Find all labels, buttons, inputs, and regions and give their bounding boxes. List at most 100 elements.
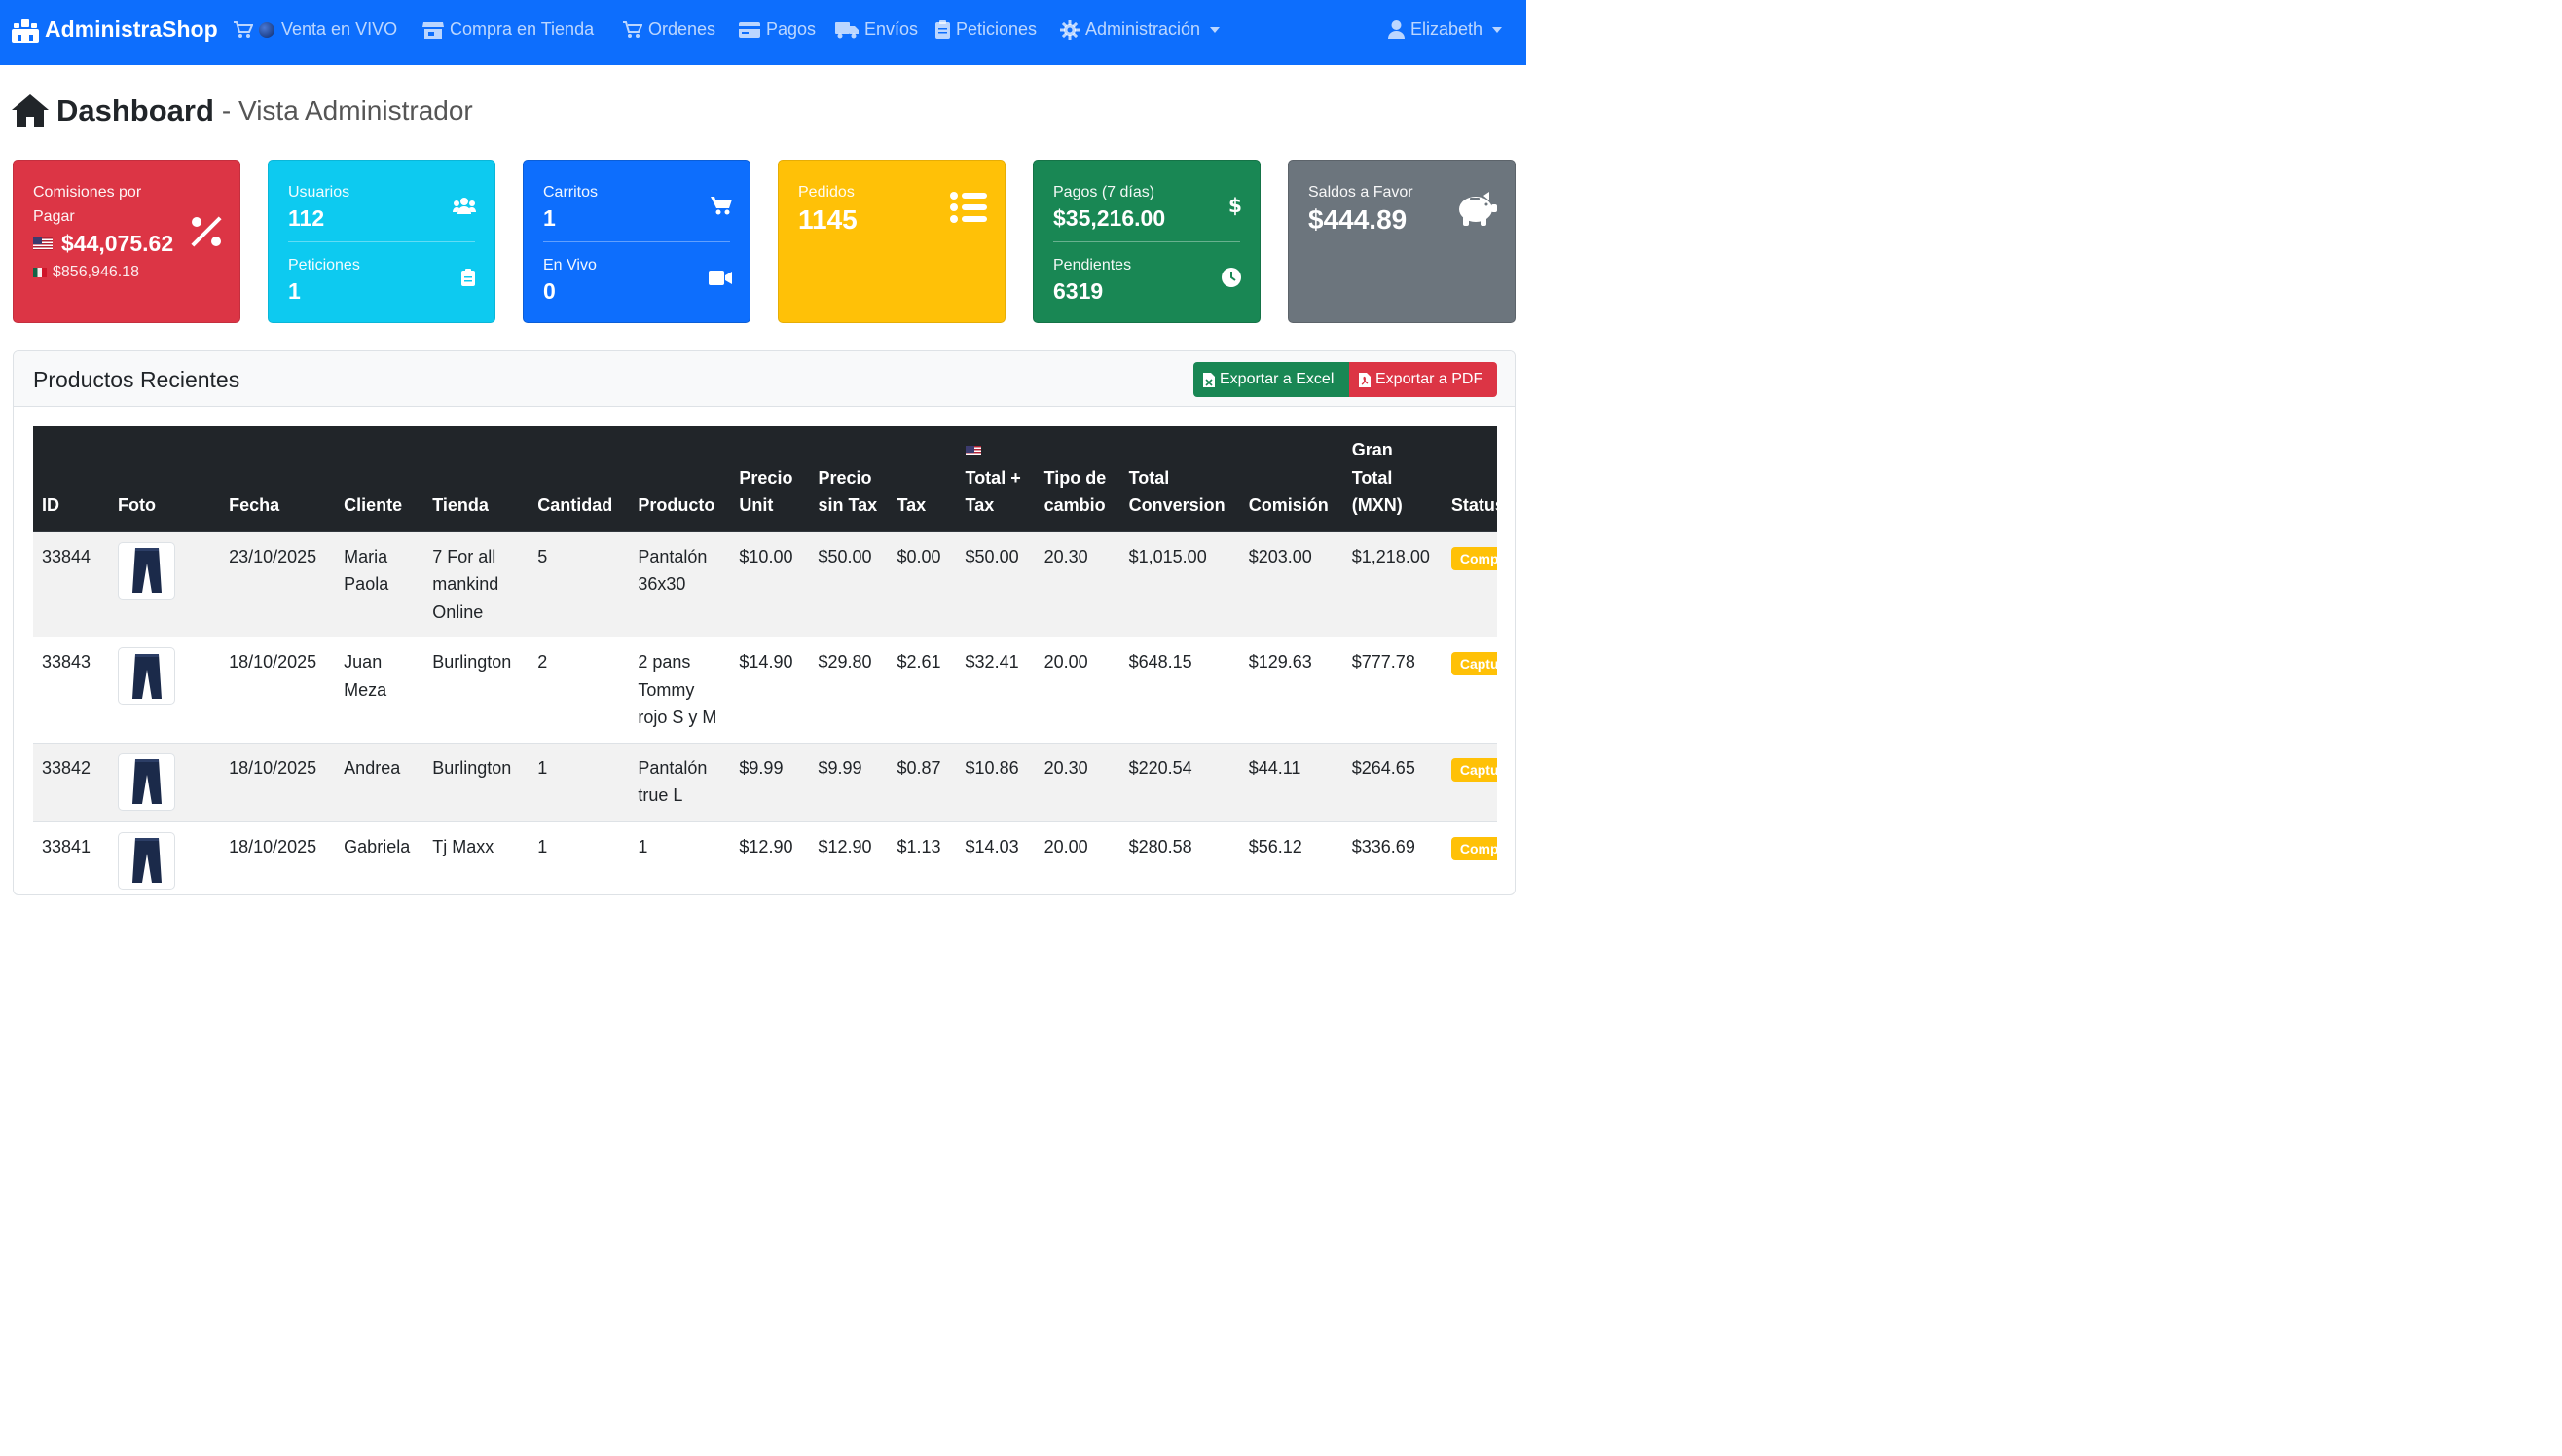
col-cliente[interactable]: Cliente (335, 426, 424, 532)
cell-cantidad: 2 (529, 637, 630, 744)
cell-cantidad: 1 (529, 821, 630, 894)
cell-id: 33843 (33, 637, 110, 744)
table-row[interactable]: 33843 18/10/2025 Juan Meza Burlington 2 2 pan… (33, 637, 1497, 744)
col-precio-unit[interactable]: Precio Unit (730, 426, 810, 532)
col-total-conversion[interactable]: Total Conversion (1119, 426, 1240, 532)
card-usuarios[interactable]: Usuarios 112 Peticiones 1 (268, 160, 495, 323)
product-thumbnail[interactable] (118, 541, 176, 600)
page-subtitle: - Vista Administrador (221, 95, 473, 126)
card-label: Carritos (543, 184, 599, 200)
col-gran-total[interactable]: Gran Total (MXN) (1342, 426, 1443, 532)
card-divider (288, 241, 475, 242)
nav-pagos[interactable]: Pagos (739, 19, 816, 40)
dollar-icon: $ (1228, 195, 1241, 216)
page-title: Dashboard (56, 93, 214, 127)
col-comision[interactable]: Comisión (1239, 426, 1343, 532)
live-dot-icon (259, 21, 274, 38)
nav-label: Envíos (864, 19, 919, 39)
cell-fecha: 18/10/2025 (220, 821, 336, 894)
us-flag-icon (33, 237, 53, 250)
cell-id: 33844 (33, 531, 110, 637)
clipboard-icon (935, 20, 950, 39)
cell-cliente: Andrea (335, 743, 424, 822)
file-excel-icon (1203, 372, 1215, 387)
col-cantidad[interactable]: Cantidad (529, 426, 630, 532)
list-icon (950, 192, 987, 223)
button-label: Exportar a PDF (1375, 371, 1483, 387)
table-row[interactable]: 33842 18/10/2025 Andrea Burlington 1 Pantalón… (33, 743, 1497, 822)
product-thumbnail[interactable] (118, 647, 176, 705)
top-navbar: AdministraShop Venta en VIVO Compra en T… (0, 0, 1526, 65)
col-tienda[interactable]: Tienda (423, 426, 530, 532)
cell-comision: $129.63 (1239, 637, 1343, 744)
cell-total-conversion: $1,015.00 (1119, 531, 1240, 637)
cell-precio-sin-tax: $12.90 (809, 821, 889, 894)
cell-precio-unit: $14.90 (730, 637, 810, 744)
col-precio-sin-tax[interactable]: Precio sin Tax (809, 426, 889, 532)
card-saldos[interactable]: Saldos a Favor $444.89 (1288, 160, 1516, 323)
nav-label: Venta en VIVO (281, 19, 398, 39)
card-divider (1053, 241, 1240, 242)
nav-venta-vivo[interactable]: Venta en VIVO (234, 19, 397, 40)
gear-icon (1060, 19, 1080, 40)
cell-gran-total: $777.78 (1342, 637, 1443, 744)
col-foto[interactable]: Foto (109, 426, 221, 532)
cell-id: 33842 (33, 743, 110, 822)
cell-precio-unit: $10.00 (730, 531, 810, 637)
col-id[interactable]: ID (33, 426, 110, 532)
table-row[interactable]: 33844 23/10/2025 Maria Paola 7 For all mank… (33, 531, 1497, 637)
export-excel-button[interactable]: Exportar a Excel (1193, 362, 1349, 397)
cell-status: Comp (1442, 821, 1497, 894)
cell-gran-total: $264.65 (1342, 743, 1443, 822)
col-producto[interactable]: Producto (629, 426, 731, 532)
col-tipo-cambio[interactable]: Tipo de cambio (1035, 426, 1120, 532)
card-value-mxn: $856,946.18 (53, 264, 139, 280)
cell-total-tax: $32.41 (956, 637, 1036, 744)
panel-header: Productos Recientes Exportar a Excel Exp… (14, 351, 1515, 407)
col-total-tax[interactable]: Total + Tax (956, 426, 1036, 532)
card-value: $35,216.00 (1053, 205, 1166, 231)
svg-text:$: $ (1228, 195, 1241, 216)
cell-producto: Pantalón true L (629, 743, 731, 822)
nav-peticiones[interactable]: Peticiones (935, 19, 1037, 40)
cell-status: Captu (1442, 743, 1497, 822)
product-thumbnail[interactable] (118, 752, 176, 811)
card-label: Comisiones por Pagar (33, 184, 142, 225)
card-pagos[interactable]: Pagos (7 días) $35,216.00 $ Pendientes 6… (1033, 160, 1261, 323)
cell-tipo-cambio: 20.00 (1035, 637, 1120, 744)
nav-compra-tienda[interactable]: Compra en Tienda (422, 19, 594, 40)
card-sub-label: Peticiones (288, 257, 360, 273)
col-fecha[interactable]: Fecha (220, 426, 336, 532)
nav-administracion-dropdown[interactable]: Administración (1060, 19, 1221, 40)
status-badge: Comp (1450, 836, 1497, 860)
user-dropdown[interactable]: Elizabeth (1388, 19, 1503, 40)
nav-envios[interactable]: Envíos (835, 19, 918, 40)
product-thumbnail[interactable] (118, 831, 176, 890)
nav-ordenes[interactable]: Ordenes (623, 19, 715, 40)
jeans-icon (131, 653, 162, 699)
cell-tax: $1.13 (888, 821, 957, 894)
cell-status: Captu (1442, 637, 1497, 744)
table-row[interactable]: 33841 18/10/2025 Gabriela Tj Maxx 1 1 $12.90 $1… (33, 821, 1497, 894)
cell-total-conversion: $280.58 (1119, 821, 1240, 894)
user-icon (1388, 20, 1405, 39)
brand-logo-icon (12, 18, 39, 43)
jeans-icon (131, 759, 162, 804)
table-container[interactable]: ID Foto Fecha Cliente Tienda Cantidad Pr… (33, 426, 1497, 894)
card-sub-value: 0 (543, 278, 556, 304)
cell-producto: 2 pans Tommy rojo S y M (629, 637, 731, 744)
card-label: Usuarios (288, 184, 350, 200)
card-carritos[interactable]: Carritos 1 En Vivo 0 (523, 160, 750, 323)
cell-comision: $44.11 (1239, 743, 1343, 822)
cell-tipo-cambio: 20.30 (1035, 743, 1120, 822)
cell-foto (109, 743, 221, 822)
card-comisiones[interactable]: Comisiones por Pagar $44,075.62 $856,946… (13, 160, 240, 323)
card-pedidos[interactable]: Pedidos 1145 (778, 160, 1006, 323)
col-status[interactable]: Status (1442, 426, 1497, 532)
cell-fecha: 23/10/2025 (220, 531, 336, 637)
export-pdf-button[interactable]: Exportar a PDF (1349, 362, 1497, 397)
cell-total-conversion: $220.54 (1119, 743, 1240, 822)
col-tax[interactable]: Tax (888, 426, 957, 532)
brand-link[interactable]: AdministraShop (12, 17, 218, 43)
chevron-down-icon (1210, 26, 1221, 33)
